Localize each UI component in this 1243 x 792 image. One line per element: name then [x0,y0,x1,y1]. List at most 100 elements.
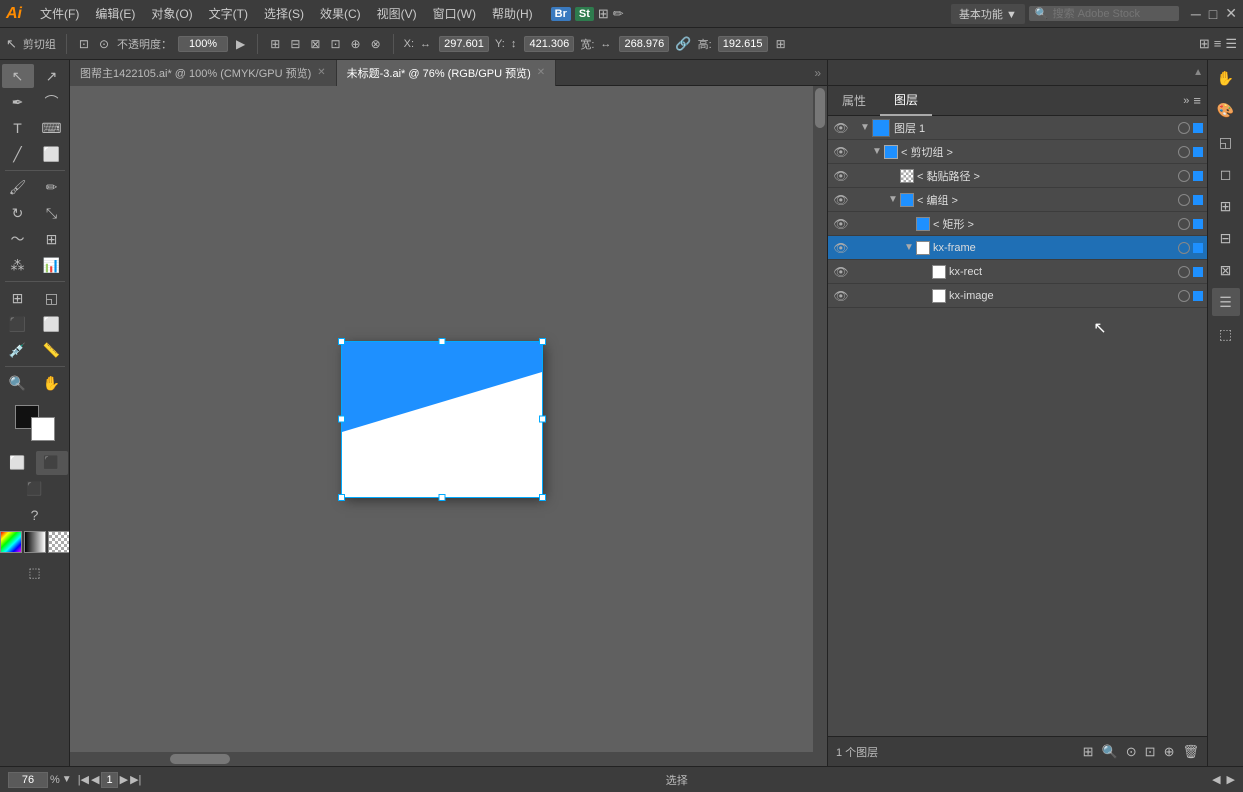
handle-tc[interactable] [438,338,445,345]
panel-expand-icon[interactable]: » [1183,95,1189,107]
handle-ml[interactable] [338,416,345,423]
restore-icon[interactable]: □ [1209,6,1217,22]
mesh-tool[interactable]: ⊞ [2,286,34,310]
background-color[interactable] [31,417,55,441]
v-scroll-thumb[interactable] [815,88,825,128]
zoom-value[interactable] [8,772,48,788]
align-icon2[interactable]: ⊟ [288,35,302,53]
free-transform-tool[interactable]: ⊞ [36,227,68,251]
layer-vis-8[interactable]: 👁 [832,289,850,303]
prev-page-btn[interactable]: ◀ [91,773,99,786]
transform-icon1[interactable]: ⊡ [77,35,91,53]
h-value[interactable]: 192.615 [718,36,768,52]
line-tool[interactable]: ╱ [2,142,34,166]
warp-tool[interactable]: 〜 [2,227,34,251]
gradient-tool[interactable]: ◱ [36,286,68,310]
search-input[interactable] [1053,8,1173,20]
align-icon6[interactable]: ⊗ [369,35,383,53]
layer-vis-6[interactable]: 👁 [832,241,850,255]
transform-icon2[interactable]: ⊙ [97,35,111,53]
nav-next-arrow[interactable]: ▶ [1227,773,1235,786]
layer-target-4[interactable] [1178,194,1190,206]
next-page-btn[interactable]: ▶ [120,773,128,786]
layer-arrow-4[interactable]: ▼ [886,194,900,205]
brush-tool[interactable]: 🖌 [2,175,34,199]
question-icon[interactable]: ? [19,503,51,527]
handle-tr[interactable] [539,338,546,345]
y-value[interactable]: 421.306 [524,36,574,52]
handle-bl[interactable] [338,494,345,501]
panel-menu-icon[interactable]: ≡ [1193,93,1201,108]
layer-arrow-2[interactable]: ▼ [870,146,884,157]
layer-target-6[interactable] [1178,242,1190,254]
none-swatch[interactable] [48,531,70,553]
tab-1-close[interactable]: ✕ [317,67,325,78]
menu-edit[interactable]: 编辑(E) [87,3,143,24]
layer-row-5[interactable]: 👁 < 矩形 > [828,212,1207,236]
layer-row-4[interactable]: 👁 ▼ < 编组 > [828,188,1207,212]
type-touch-tool[interactable]: ⌨ [36,116,68,140]
change-screen-mode[interactable]: ⬛ [19,477,51,501]
layer-target-3[interactable] [1178,170,1190,182]
opacity-value[interactable]: 100% [178,36,228,52]
artboard-tool[interactable]: ⬚ [19,561,51,585]
opacity-arrow[interactable]: ▶ [234,35,247,53]
handle-tl[interactable] [338,338,345,345]
panel-icon2[interactable]: ≡ [1214,36,1222,52]
handle-br[interactable] [539,494,546,501]
layer-vis-4[interactable]: 👁 [832,193,850,207]
layer-arrow-6[interactable]: ▼ [902,242,916,253]
gradient-swatch[interactable] [24,531,46,553]
link-icon[interactable]: 🔗 [675,36,691,52]
pen-tool[interactable]: ✒ [2,90,34,114]
hand-tool[interactable]: ✋ [36,371,68,395]
layer-vis-1[interactable]: 👁 [832,121,850,135]
panel-icon3[interactable]: ☰ [1225,36,1237,52]
align-icon3[interactable]: ⊠ [308,35,322,53]
panel-scroll-up[interactable]: ▲ [1193,67,1203,78]
layer-target-7[interactable] [1178,266,1190,278]
far-right-pathfinder-icon[interactable]: ⊠ [1212,256,1240,284]
tab-2-close[interactable]: ✕ [537,67,545,78]
last-page-btn[interactable]: ▶| [130,773,141,786]
layer-target-8[interactable] [1178,290,1190,302]
live-paint-tool[interactable]: ⬛ [2,312,34,336]
far-right-transform-icon[interactable]: ⊞ [1212,192,1240,220]
far-right-artboard-icon[interactable]: ⬚ [1212,320,1240,348]
minimize-icon[interactable]: ─ [1191,6,1201,22]
curvature-tool[interactable]: ⌒ [36,90,68,114]
menu-object[interactable]: 对象(O) [143,3,200,24]
screen-mode-icon[interactable]: ⬜ [2,451,34,475]
new-sublayer-icon[interactable]: ⊡ [1145,744,1156,760]
stock-icon[interactable]: St [575,7,594,21]
handle-bc[interactable] [438,494,445,501]
layer-vis-2[interactable]: 👁 [832,145,850,159]
tab-2[interactable]: 未标题-3.ai* @ 76% (RGB/GPU 预览) ✕ [337,60,557,86]
layer-target-5[interactable] [1178,218,1190,230]
bridge-icon[interactable]: Br [551,7,571,21]
layer-vis-7[interactable]: 👁 [832,265,850,279]
column-graph-tool[interactable]: 📊 [36,253,68,277]
menu-effects[interactable]: 效果(C) [312,3,369,24]
layer-row-8[interactable]: 👁 kx-image [828,284,1207,308]
far-right-layers-icon[interactable]: ☰ [1212,288,1240,316]
type-tool[interactable]: T [2,116,34,140]
menu-text[interactable]: 文字(T) [201,3,256,24]
layer-vis-3[interactable]: 👁 [832,169,850,183]
vertical-scrollbar[interactable] [813,86,827,752]
menu-help[interactable]: 帮助(H) [484,3,541,24]
layer-target-1[interactable] [1178,122,1190,134]
far-right-align-icon[interactable]: ⊟ [1212,224,1240,252]
zoom-dropdown-arrow[interactable]: ▼ [62,774,72,785]
delete-layer-icon[interactable]: 🗑 [1182,744,1199,760]
color-swatch[interactable] [0,531,22,553]
horizontal-scrollbar[interactable] [70,752,813,766]
measure-tool[interactable]: 📏 [36,338,68,362]
menu-file[interactable]: 文件(F) [32,3,87,24]
align-icon5[interactable]: ⊕ [349,35,363,53]
layer-row-2[interactable]: 👁 ▼ < 剪切组 > [828,140,1207,164]
layer-row-7[interactable]: 👁 kx-rect [828,260,1207,284]
search-layers-icon[interactable]: 🔍 [1102,744,1118,760]
layer-row-6[interactable]: 👁 ▼ kx-frame [828,236,1207,260]
make-clipping-mask-icon[interactable]: ⊞ [1083,744,1094,760]
